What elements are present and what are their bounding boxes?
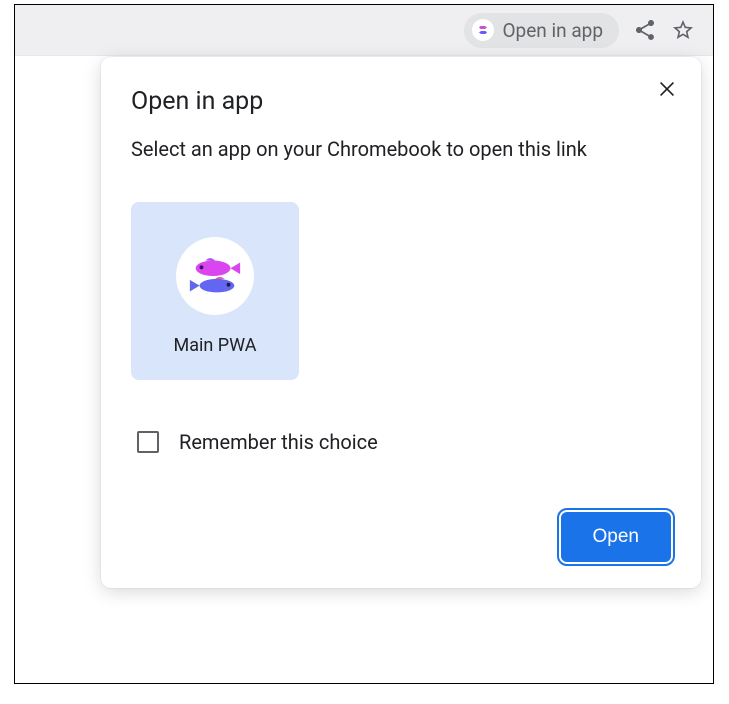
app-fish-icon [472,19,494,41]
open-button[interactable]: Open [561,512,671,562]
dialog-title: Open in app [131,87,671,116]
close-icon[interactable] [653,75,681,103]
remember-label: Remember this choice [179,430,378,454]
app-fish-icon [176,237,254,315]
app-tile-label: Main PWA [174,335,257,356]
browser-toolbar: Open in app [15,5,713,55]
browser-frame: Open in app Open in app Select an app on… [14,4,714,684]
chip-label: Open in app [502,19,603,42]
share-icon[interactable] [633,18,657,42]
open-in-app-dialog: Open in app Select an app on your Chrome… [101,57,701,588]
app-tile-main-pwa[interactable]: Main PWA [131,202,299,380]
app-grid: Main PWA [131,202,671,380]
dialog-description: Select an app on your Chromebook to open… [131,134,671,164]
remember-choice-row: Remember this choice [131,430,671,454]
open-in-app-chip[interactable]: Open in app [464,13,619,48]
star-icon[interactable] [671,18,695,42]
remember-checkbox[interactable] [137,431,159,453]
dialog-actions: Open [131,512,671,562]
